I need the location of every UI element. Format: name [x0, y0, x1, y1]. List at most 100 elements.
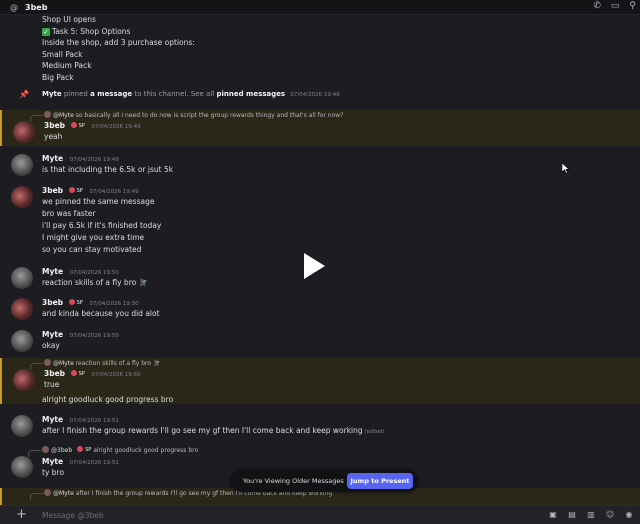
reply-connector: [30, 115, 43, 122]
author-name[interactable]: Myte: [42, 154, 63, 163]
author-name[interactable]: Myte: [42, 330, 63, 339]
avatar[interactable]: [11, 298, 33, 320]
gift-icon[interactable]: ▣: [548, 510, 558, 519]
author-name[interactable]: 3beb: [44, 369, 65, 378]
reply-avatar: [42, 446, 49, 453]
reply-preview[interactable]: @Myte reaction skills of a fly bro 🪰: [44, 359, 160, 367]
message-header: Myte 07/04/2026 19:50: [42, 267, 119, 276]
message-text: alright goodluck good progress bro: [42, 395, 174, 404]
text-line: Shop UI opens: [42, 15, 96, 24]
author-name[interactable]: Myte: [42, 457, 63, 466]
title-bar: @ 3beb ✆ ▭ ⚲: [0, 0, 640, 15]
author-name[interactable]: 3beb: [44, 121, 65, 130]
phone-icon[interactable]: ✆: [593, 1, 601, 11]
checkmark-icon: ✓: [42, 27, 50, 36]
timestamp: 07/04/2026 19:51: [69, 460, 119, 466]
guild-tag[interactable]: SP: [68, 299, 83, 306]
message-text: I might give you extra time: [42, 233, 145, 242]
channel-title: 3beb: [25, 2, 48, 12]
pin-system-message: 📌 Myte pinned a message to this channel.…: [0, 88, 640, 102]
text-line: Medium Pack: [42, 61, 92, 70]
play-icon[interactable]: [302, 252, 326, 280]
text-line: Inside the shop, add 3 purchase options:: [42, 38, 195, 47]
reply-preview[interactable]: @Myte so basically all I need to do now …: [44, 111, 343, 119]
pin-verb: pinned: [63, 90, 88, 98]
avatar[interactable]: [11, 154, 33, 176]
message-group: Myte 07/04/2026 19:51 after I finish the…: [0, 414, 640, 442]
message-text: true: [44, 380, 60, 389]
author-name[interactable]: Myte: [42, 415, 63, 424]
pin-icon: 📌: [19, 90, 29, 99]
message-text: yeah: [44, 132, 63, 141]
pinned-messages-link[interactable]: pinned messages: [216, 90, 285, 98]
composer-tools: ▣ ▤ ▥ ☺ ◉: [548, 510, 634, 519]
message-text: after I finish the group rewards I'll go…: [42, 426, 385, 435]
timestamp: 07/04/2026 19:49: [89, 189, 139, 195]
pin-author[interactable]: Myte: [42, 90, 62, 98]
message-text: and kinda because you did alot: [42, 309, 160, 318]
message-group: 3beb SP 07/04/2026 19:50 and kinda becau…: [0, 297, 640, 325]
mouse-cursor-icon: [562, 163, 570, 174]
avatar[interactable]: [11, 330, 33, 352]
timestamp: 07/04/2026 19:49: [69, 157, 119, 163]
message-text: reaction skills of a fly bro 🪰: [42, 278, 148, 287]
message-group: 3beb SP 07/04/2026 19:49 we pinned the s…: [0, 185, 640, 259]
reply-preview[interactable]: @3beb SP alright goodluck good progress …: [42, 446, 198, 454]
avatar[interactable]: [13, 369, 35, 391]
banner-text: You're Viewing Older Messages: [243, 477, 344, 485]
message-text: bro was faster: [42, 209, 96, 218]
message-header: 3beb SP 07/04/2026 19:49: [44, 121, 141, 130]
message-group: @Myte so basically all I need to do now …: [0, 110, 640, 146]
message-header: Myte 07/04/2026 19:51: [42, 415, 119, 424]
timestamp: 07/04/2026 19:49: [290, 92, 340, 98]
gif-icon[interactable]: ▤: [567, 510, 577, 519]
avatar[interactable]: [11, 456, 33, 478]
message-text: is that including the 6.5k or jsut 5k: [42, 165, 174, 174]
guild-tag[interactable]: SP: [70, 370, 85, 377]
avatar[interactable]: [13, 121, 35, 143]
reply-avatar: [44, 359, 51, 366]
author-name[interactable]: 3beb: [42, 298, 63, 307]
pin-icon[interactable]: ⚲: [629, 1, 636, 11]
reply-connector: [30, 493, 43, 500]
message-text: i'll pay 6.5k if it's finished today: [42, 221, 162, 230]
edited-label: (edited): [364, 429, 385, 435]
avatar[interactable]: [11, 186, 33, 208]
reply-connector: [28, 450, 41, 457]
message-text: so you can stay motivated: [42, 245, 142, 254]
author-name[interactable]: Myte: [42, 267, 63, 276]
older-messages-banner: You're Viewing Older Messages Jump to Pr…: [231, 470, 418, 492]
sticker-icon[interactable]: ▥: [586, 510, 596, 519]
message-text: ty bro: [42, 468, 65, 477]
avatar[interactable]: [11, 267, 33, 289]
guild-tag[interactable]: SP: [70, 122, 85, 129]
message-header: 3beb SP 07/04/2026 19:49: [42, 186, 139, 195]
timestamp: 07/04/2026 19:50: [69, 333, 119, 339]
timestamp: 07/04/2026 19:50: [69, 270, 119, 276]
avatar[interactable]: [11, 415, 33, 437]
apps-icon[interactable]: ◉: [624, 510, 634, 519]
text-line: Small Pack: [42, 49, 83, 59]
timestamp: 07/04/2026 19:49: [91, 124, 141, 130]
text-line: Big Pack: [42, 72, 74, 82]
message-header: Myte 07/04/2026 19:49: [42, 154, 119, 163]
message-input[interactable]: [42, 507, 522, 523]
plus-icon[interactable]: +: [16, 507, 27, 523]
reply-avatar: [44, 489, 51, 496]
guild-tag[interactable]: SP: [68, 187, 83, 194]
reply-avatar: [44, 111, 51, 118]
message-continuation: Shop UI opens ✓ Task 5: Shop Options Insi…: [42, 14, 195, 83]
video-icon[interactable]: ▭: [611, 1, 620, 11]
emoji-icon[interactable]: ☺: [605, 510, 615, 519]
author-name[interactable]: 3beb: [42, 186, 63, 195]
jump-to-present-button[interactable]: Jump to Present: [347, 473, 413, 489]
pin-middle-text: to this channel. See all: [134, 90, 215, 98]
message-group: Myte 07/04/2026 19:50 okay: [0, 329, 640, 357]
pin-message-link[interactable]: a message: [90, 90, 132, 98]
message-text: we pinned the same message: [42, 197, 155, 206]
timestamp: 07/04/2026 19:51: [69, 418, 119, 424]
timestamp: 07/04/2026 19:50: [91, 372, 141, 378]
message-group: Myte 07/04/2026 19:49 is that including …: [0, 153, 640, 183]
message-composer: + ▣ ▤ ▥ ☺ ◉: [0, 505, 640, 524]
at-icon: @: [10, 2, 18, 12]
